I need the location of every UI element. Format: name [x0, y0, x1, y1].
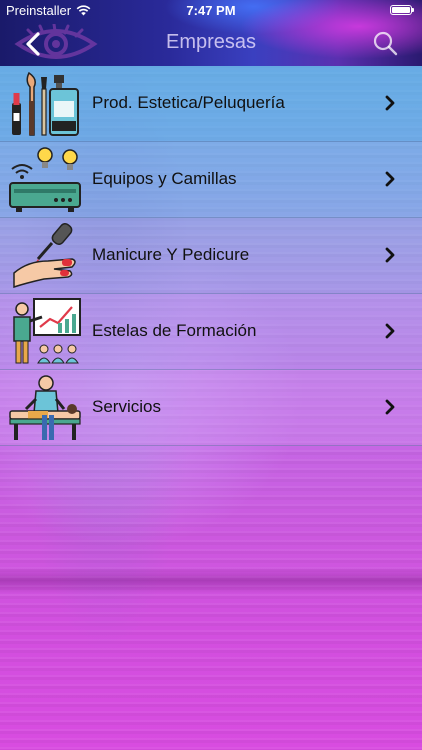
training-icon	[13, 298, 81, 364]
chevron-right-icon	[385, 323, 395, 339]
chevron-right-icon	[385, 171, 395, 187]
header: Preinstaller 7:47 PM Empresas	[0, 0, 422, 66]
chevron-right-icon	[385, 95, 395, 111]
category-row-services[interactable]: Servicios	[0, 370, 422, 446]
cosmetics-icon	[12, 71, 79, 136]
category-row-manicure[interactable]: Manicure Y Pedicure	[0, 218, 422, 294]
category-label: Equipos y Camillas	[92, 169, 237, 188]
category-label: Prod. Estetica/Peluquería	[92, 93, 285, 112]
category-row-training[interactable]: Estelas de Formación	[0, 294, 422, 370]
equipment-icon	[9, 147, 81, 212]
category-list: Prod. Estetica/Peluquería Equipos y Cami…	[0, 66, 422, 446]
battery-icon	[390, 5, 414, 15]
chevron-right-icon	[385, 247, 395, 263]
category-label: Servicios	[92, 397, 161, 416]
navigation-bar: Empresas	[0, 22, 422, 66]
massage-icon	[9, 375, 81, 440]
chevron-right-icon	[385, 399, 395, 415]
category-row-cosmetics[interactable]: Prod. Estetica/Peluquería	[0, 66, 422, 142]
app-screen: Preinstaller 7:47 PM Empresas Prod. Este…	[0, 0, 422, 750]
category-label: Estelas de Formación	[92, 321, 257, 340]
background-band	[0, 568, 422, 594]
search-button[interactable]	[372, 30, 398, 56]
page-title: Empresas	[165, 31, 257, 53]
status-bar: Preinstaller 7:47 PM	[0, 0, 422, 22]
clock: 7:47 PM	[186, 3, 236, 18]
category-label: Manicure Y Pedicure	[92, 245, 250, 264]
manicure-icon	[13, 223, 76, 289]
category-row-equipment[interactable]: Equipos y Camillas	[0, 142, 422, 218]
